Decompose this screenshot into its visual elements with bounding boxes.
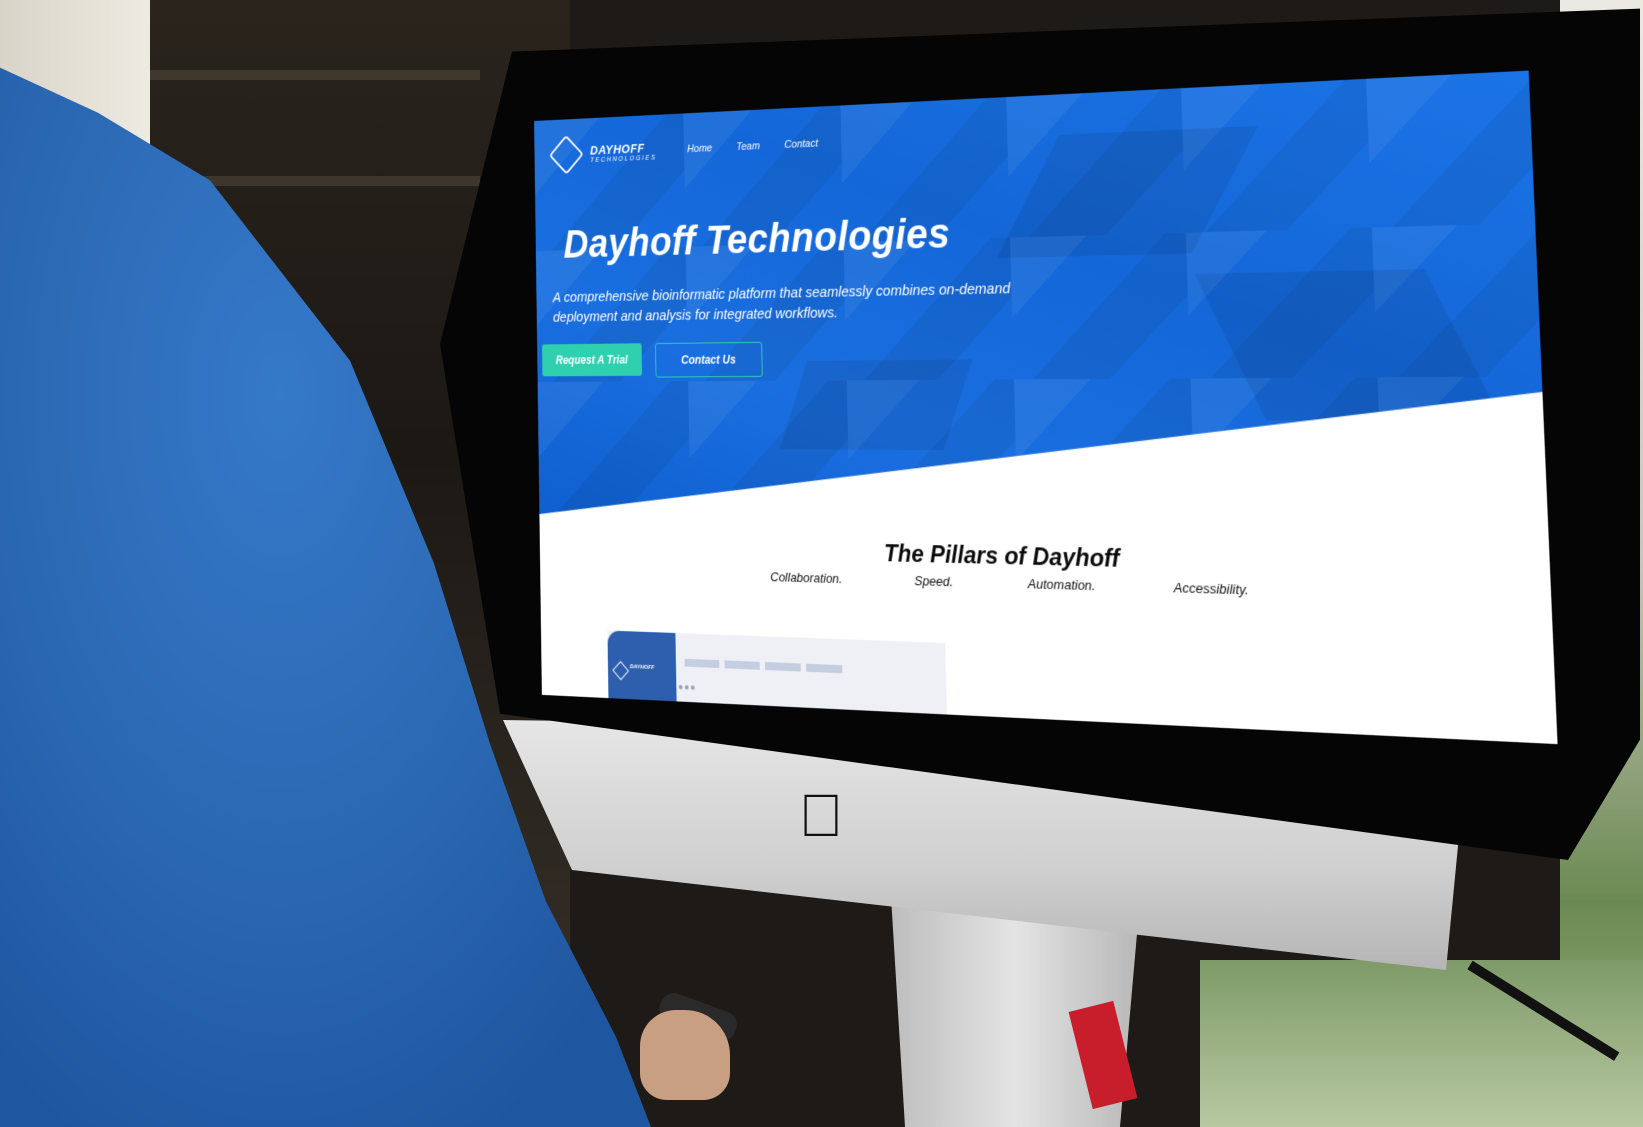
pillars-title: The Pillars of Dayhoff [883,540,1120,574]
pillar-item: Accessibility. [1173,579,1249,598]
hero-polygon [997,126,1258,258]
hero-polygon [780,359,972,450]
preview-sidebar: DAYHOFF [607,630,677,712]
person-hand [640,1010,730,1100]
nav-links: Home Team Contact [687,138,818,155]
top-nav: DAYHOFF TECHNOLOGIES Home Team Contact [554,124,819,174]
preview-dots: ●●● [677,681,697,694]
app-preview-image: DAYHOFF ●●● [607,630,948,725]
hero-section: DAYHOFF TECHNOLOGIES Home Team Contact D… [534,71,1548,532]
pillar-item: Collaboration. [770,569,843,587]
nav-link-home[interactable]: Home [687,143,712,156]
hero-subtitle: A comprehensive bioinformatic platform t… [552,280,1011,326]
site-logo[interactable]: DAYHOFF TECHNOLOGIES [590,140,657,164]
request-trial-button[interactable]: Request A Trial [542,343,642,376]
preview-bar [724,660,760,670]
dayhoff-logo-icon[interactable] [549,135,584,175]
preview-bar [764,662,801,672]
website-screen: DAYHOFF TECHNOLOGIES Home Team Contact D… [534,70,1558,745]
hero-title: Dayhoff Technologies [563,209,951,267]
pillar-item: Speed. [914,573,954,590]
preview-bar [806,663,843,674]
contact-us-button[interactable]: Contact Us [655,342,763,378]
nav-link-contact[interactable]: Contact [784,138,818,151]
monitor-screen-area: DAYHOFF TECHNOLOGIES Home Team Contact D… [420,60,1620,800]
photo-scene:  DAYHOFF TECHNOLOGIES Home Team C [0,0,1643,1127]
preview-logo-text: DAYHOFF [629,664,655,672]
hero-polygon [1195,269,1502,421]
nav-link-team[interactable]: Team [736,140,760,153]
preview-bar [684,658,720,669]
background-greenery [1200,960,1643,1127]
preview-logo-icon [612,661,630,681]
pillar-item: Automation. [1027,575,1096,594]
